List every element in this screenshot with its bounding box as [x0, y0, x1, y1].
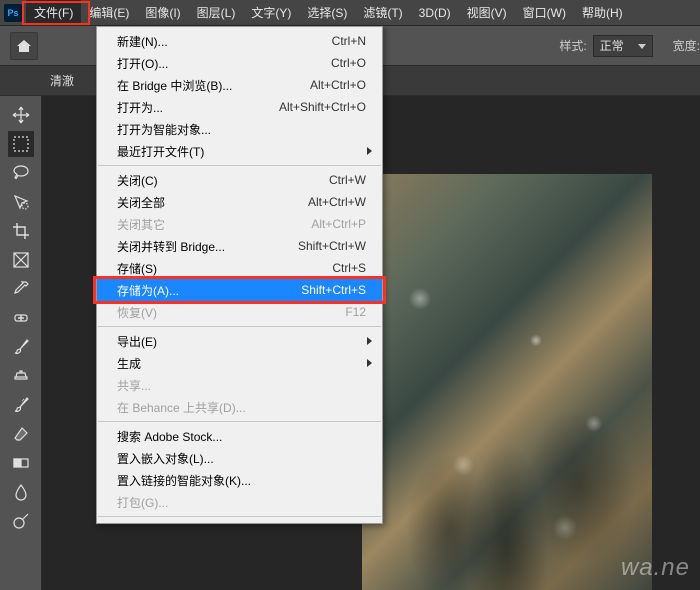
menu-item-label: 导出(E) [117, 333, 366, 350]
clone-stamp-tool[interactable] [8, 363, 34, 389]
menu-item-label: 打开(O)... [117, 55, 331, 72]
menu-item-shortcut: Alt+Ctrl+W [308, 195, 366, 209]
menu-item[interactable]: 搜索 Adobe Stock... [97, 425, 382, 447]
menu-item-label: 共享... [117, 377, 366, 394]
blur-tool[interactable] [8, 479, 34, 505]
menu-file[interactable]: 文件(F) [26, 0, 81, 26]
eraser-tool[interactable] [8, 421, 34, 447]
menu-item[interactable]: 在 Bridge 中浏览(B)...Alt+Ctrl+O [97, 74, 382, 96]
style-select[interactable]: 正常 [593, 35, 653, 57]
menu-item-label: 打开为... [117, 99, 279, 116]
menu-item[interactable]: 最近打开文件(T) [97, 140, 382, 162]
menubar: Ps 文件(F)编辑(E)图像(I)图层(L)文字(Y)选择(S)滤镜(T)3D… [0, 0, 700, 26]
home-icon [17, 40, 31, 52]
menu-item-label: 生成 [117, 355, 366, 372]
menu-filter[interactable]: 滤镜(T) [355, 0, 410, 26]
menu-item-label: 置入嵌入对象(L)... [117, 450, 366, 467]
menu-item: 恢复(V)F12 [97, 301, 382, 323]
file-menu-dropdown: 新建(N)...Ctrl+N打开(O)...Ctrl+O在 Bridge 中浏览… [96, 26, 383, 524]
quick-select-tool[interactable] [8, 189, 34, 215]
style-label: 样式: [559, 37, 586, 54]
menu-item-shortcut: Shift+Ctrl+S [301, 283, 366, 297]
menu-item-label: 搜索 Adobe Stock... [117, 428, 366, 445]
home-button[interactable] [10, 32, 38, 60]
menu-item: 共享... [97, 374, 382, 396]
menu-separator [98, 516, 381, 517]
menu-item-shortcut: Alt+Ctrl+P [311, 217, 366, 231]
menu-item[interactable]: 打开为...Alt+Shift+Ctrl+O [97, 96, 382, 118]
menu-item[interactable]: 关闭(C)Ctrl+W [97, 169, 382, 191]
menu-item-label: 恢复(V) [117, 304, 345, 321]
menu-help[interactable]: 帮助(H) [574, 0, 631, 26]
menu-item-shortcut: Ctrl+S [332, 261, 366, 275]
menu-item-label: 最近打开文件(T) [117, 143, 366, 160]
crop-tool[interactable] [8, 218, 34, 244]
menu-item-shortcut: Ctrl+W [329, 173, 366, 187]
toolbox [0, 96, 42, 590]
menu-item-label: 在 Bridge 中浏览(B)... [117, 77, 310, 94]
menu-separator [98, 421, 381, 422]
menu-edit[interactable]: 编辑(E) [81, 0, 137, 26]
menu-item-shortcut: Ctrl+O [331, 56, 366, 70]
menu-item[interactable]: 存储为(A)...Shift+Ctrl+S [97, 279, 382, 301]
eyedropper-tool[interactable] [8, 276, 34, 302]
menu-3d[interactable]: 3D(D) [411, 0, 459, 26]
menu-item[interactable]: 新建(N)...Ctrl+N [97, 30, 382, 52]
menu-item-shortcut: Alt+Shift+Ctrl+O [279, 100, 366, 114]
document-tab[interactable]: 清澈 [50, 72, 74, 89]
watermark: wa.ne [621, 554, 690, 582]
menu-item[interactable]: 置入嵌入对象(L)... [97, 447, 382, 469]
menu-item[interactable]: 关闭并转到 Bridge...Shift+Ctrl+W [97, 235, 382, 257]
dodge-tool[interactable] [8, 508, 34, 534]
menu-item[interactable]: 打开为智能对象... [97, 118, 382, 140]
lasso-tool[interactable] [8, 160, 34, 186]
menu-select[interactable]: 选择(S) [299, 0, 355, 26]
gradient-tool[interactable] [8, 450, 34, 476]
menu-item-shortcut: Shift+Ctrl+W [298, 239, 366, 253]
menu-item[interactable]: 生成 [97, 352, 382, 374]
menu-item: 打包(G)... [97, 491, 382, 513]
document-image[interactable] [362, 174, 652, 590]
menu-view[interactable]: 视图(V) [459, 0, 515, 26]
menu-image[interactable]: 图像(I) [137, 0, 188, 26]
menu-item[interactable]: 置入链接的智能对象(K)... [97, 469, 382, 491]
menu-item[interactable]: 关闭全部Alt+Ctrl+W [97, 191, 382, 213]
menu-item-label: 存储(S) [117, 260, 332, 277]
menu-item-shortcut: Alt+Ctrl+O [310, 78, 366, 92]
menu-item[interactable]: 打开(O)...Ctrl+O [97, 52, 382, 74]
healing-brush-tool[interactable] [8, 305, 34, 331]
menu-item-label: 置入链接的智能对象(K)... [117, 472, 366, 489]
style-value: 正常 [600, 39, 624, 53]
menu-separator [98, 326, 381, 327]
app-logo: Ps [4, 4, 22, 22]
menu-item-label: 新建(N)... [117, 33, 332, 50]
history-brush-tool[interactable] [8, 392, 34, 418]
menu-item-label: 关闭并转到 Bridge... [117, 238, 298, 255]
menu-item-shortcut: Ctrl+N [332, 34, 366, 48]
brush-tool[interactable] [8, 334, 34, 360]
menu-item-label: 关闭(C) [117, 172, 329, 189]
marquee-tool[interactable] [8, 131, 34, 157]
menu-item-label: 存储为(A)... [117, 282, 301, 299]
frame-tool[interactable] [8, 247, 34, 273]
menu-layer[interactable]: 图层(L) [189, 0, 244, 26]
width-label: 宽度: [673, 37, 700, 54]
menu-item: 关闭其它Alt+Ctrl+P [97, 213, 382, 235]
menu-item-shortcut: F12 [345, 305, 366, 319]
move-tool[interactable] [8, 102, 34, 128]
menu-separator [98, 165, 381, 166]
menu-item[interactable]: 导出(E) [97, 330, 382, 352]
menu-item: 在 Behance 上共享(D)... [97, 396, 382, 418]
menu-type[interactable]: 文字(Y) [243, 0, 299, 26]
menu-item-label: 关闭全部 [117, 194, 308, 211]
menu-item-label: 在 Behance 上共享(D)... [117, 399, 366, 416]
menu-item[interactable]: 存储(S)Ctrl+S [97, 257, 382, 279]
menu-item-label: 关闭其它 [117, 216, 311, 233]
menu-window[interactable]: 窗口(W) [515, 0, 574, 26]
menu-item-label: 打开为智能对象... [117, 121, 366, 138]
menu-item-label: 打包(G)... [117, 494, 366, 511]
